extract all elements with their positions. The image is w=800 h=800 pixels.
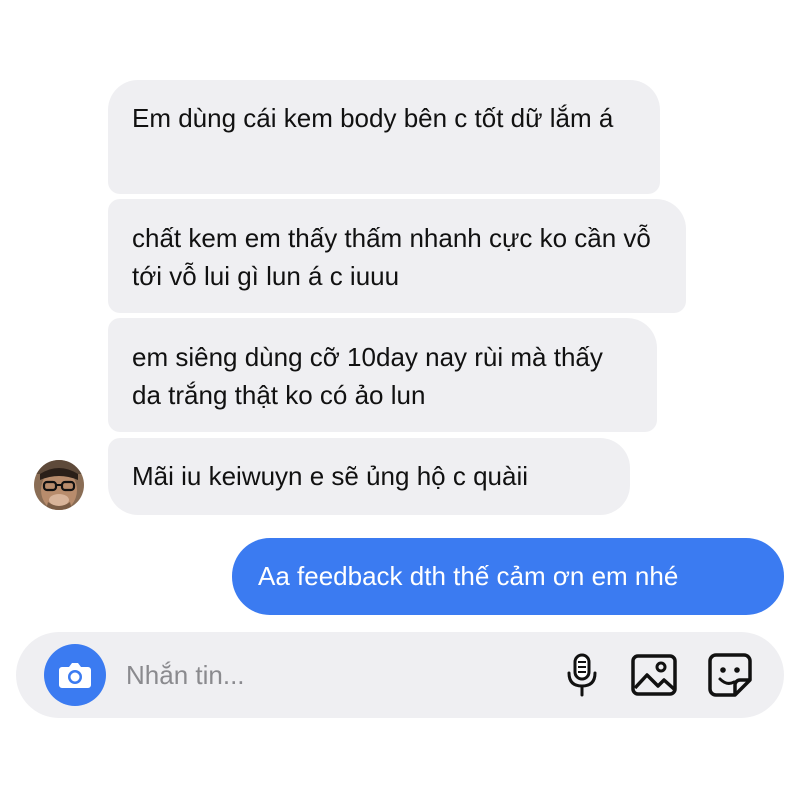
incoming-message[interactable]: Mãi iu keiwuyn e sẽ ủng hộ c quàii (108, 438, 630, 515)
sticker-button[interactable] (704, 649, 756, 701)
gallery-button[interactable] (628, 649, 680, 701)
outgoing-message[interactable]: Aa feedback dth thế cảm ơn em nhé (232, 538, 784, 615)
camera-button[interactable] (44, 644, 106, 706)
avatar-image (34, 460, 84, 510)
message-input[interactable]: Nhắn tin... (126, 656, 245, 694)
incoming-message[interactable]: em siêng dùng cỡ 10day nay rùi mà thấy d… (108, 318, 657, 432)
microphone-icon (567, 653, 597, 697)
incoming-message[interactable]: chất kem em thấy thấm nhanh cực ko cần v… (108, 199, 686, 313)
message-composer: Nhắn tin... (16, 632, 784, 718)
image-icon (631, 654, 677, 696)
incoming-message[interactable]: Em dùng cái kem body bên c tốt dữ lắm á (108, 80, 660, 194)
camera-icon (59, 663, 91, 688)
avatar[interactable] (34, 460, 84, 510)
sticker-icon (708, 653, 752, 697)
microphone-button[interactable] (556, 649, 608, 701)
